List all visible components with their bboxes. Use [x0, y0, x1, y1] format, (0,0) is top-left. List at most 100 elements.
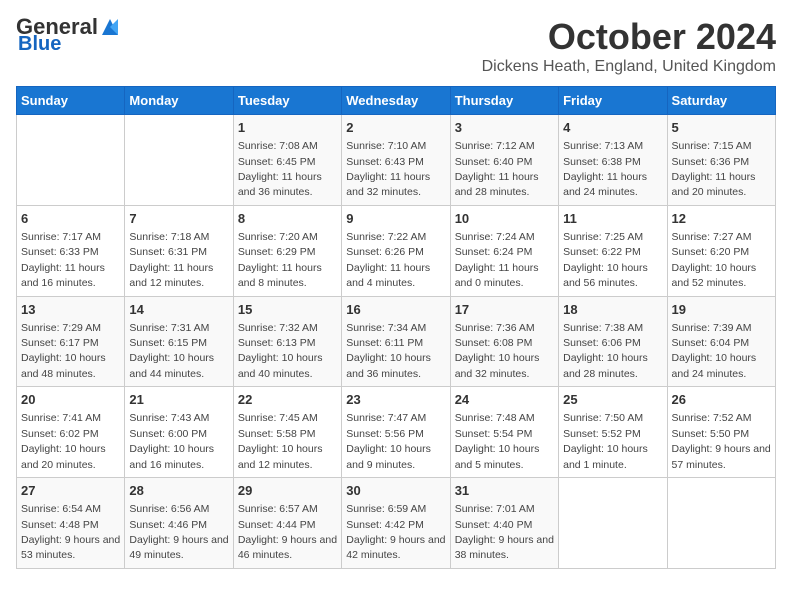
day-info: Sunrise: 6:54 AM Sunset: 4:48 PM Dayligh…: [21, 503, 120, 561]
day-number: 1: [238, 119, 337, 137]
calendar-cell: 15 Sunrise: 7:32 AM Sunset: 6:13 PM Dayli…: [233, 296, 341, 387]
calendar-cell: 27 Sunrise: 6:54 AM Sunset: 4:48 PM Dayli…: [17, 478, 125, 569]
calendar-cell: 18Sunrise: 7:38 AM Sunset: 6:06 PM Dayli…: [559, 296, 667, 387]
day-number: 26: [672, 391, 771, 409]
col-header-tuesday: Tuesday: [233, 87, 341, 115]
calendar-cell: 16 Sunrise: 7:34 AM Sunset: 6:11 PM Dayli…: [342, 296, 450, 387]
day-number: 15: [238, 301, 337, 319]
day-number: 3: [455, 119, 554, 137]
calendar-cell: 29 Sunrise: 6:57 AM Sunset: 4:44 PM Dayli…: [233, 478, 341, 569]
day-info: Sunrise: 7:39 AM Sunset: 6:04 PM Dayligh…: [672, 322, 757, 380]
day-number: 17: [455, 301, 554, 319]
calendar-cell: 10 Sunrise: 7:24 AM Sunset: 6:24 PM Dayli…: [450, 205, 558, 296]
day-info: Sunrise: 7:08 AM Sunset: 6:45 PM Dayligh…: [238, 140, 322, 198]
day-info: Sunrise: 7:31 AM Sunset: 6:15 PM Dayligh…: [129, 322, 214, 380]
day-info: Sunrise: 7:32 AM Sunset: 6:13 PM Dayligh…: [238, 322, 323, 380]
day-number: 8: [238, 210, 337, 228]
day-info: Sunrise: 7:18 AM Sunset: 6:31 PM Dayligh…: [129, 231, 213, 289]
day-info: Sunrise: 7:48 AM Sunset: 5:54 PM Dayligh…: [455, 412, 540, 470]
calendar-cell: [559, 478, 667, 569]
day-info: Sunrise: 7:13 AM Sunset: 6:38 PM Dayligh…: [563, 140, 647, 198]
day-info: Sunrise: 7:45 AM Sunset: 5:58 PM Dayligh…: [238, 412, 323, 470]
day-info: Sunrise: 7:12 AM Sunset: 6:40 PM Dayligh…: [455, 140, 539, 198]
day-info: Sunrise: 7:34 AM Sunset: 6:11 PM Dayligh…: [346, 322, 431, 380]
day-number: 31: [455, 482, 554, 500]
day-number: 11: [563, 210, 662, 228]
day-info: Sunrise: 7:36 AM Sunset: 6:08 PM Dayligh…: [455, 322, 540, 380]
calendar-cell: 25 Sunrise: 7:50 AM Sunset: 5:52 PM Dayli…: [559, 387, 667, 478]
calendar-week-1: 1 Sunrise: 7:08 AM Sunset: 6:45 PM Daylig…: [17, 115, 776, 206]
day-info: Sunrise: 7:41 AM Sunset: 6:02 PM Dayligh…: [21, 412, 106, 470]
day-number: 29: [238, 482, 337, 500]
day-number: 12: [672, 210, 771, 228]
logo-icon: [100, 17, 120, 37]
col-header-monday: Monday: [125, 87, 233, 115]
day-number: 20: [21, 391, 120, 409]
day-number: 22: [238, 391, 337, 409]
calendar-cell: 20 Sunrise: 7:41 AM Sunset: 6:02 PM Dayli…: [17, 387, 125, 478]
calendar-cell: 6 Sunrise: 7:17 AM Sunset: 6:33 PM Daylig…: [17, 205, 125, 296]
day-info: Sunrise: 7:27 AM Sunset: 6:20 PM Dayligh…: [672, 231, 757, 289]
calendar-cell: [17, 115, 125, 206]
calendar-week-3: 13Sunrise: 7:29 AM Sunset: 6:17 PM Dayli…: [17, 296, 776, 387]
page-header: General Blue October 2024 Dickens Heath,…: [16, 16, 776, 76]
day-info: Sunrise: 7:20 AM Sunset: 6:29 PM Dayligh…: [238, 231, 322, 289]
calendar-cell: 22 Sunrise: 7:45 AM Sunset: 5:58 PM Dayli…: [233, 387, 341, 478]
col-header-saturday: Saturday: [667, 87, 775, 115]
day-number: 5: [672, 119, 771, 137]
day-number: 30: [346, 482, 445, 500]
subtitle: Dickens Heath, England, United Kingdom: [482, 58, 776, 76]
col-header-thursday: Thursday: [450, 87, 558, 115]
calendar-header-row: SundayMondayTuesdayWednesdayThursdayFrid…: [17, 87, 776, 115]
calendar-cell: 11Sunrise: 7:25 AM Sunset: 6:22 PM Dayli…: [559, 205, 667, 296]
day-number: 9: [346, 210, 445, 228]
day-number: 28: [129, 482, 228, 500]
calendar-cell: 14Sunrise: 7:31 AM Sunset: 6:15 PM Dayli…: [125, 296, 233, 387]
calendar-cell: 31Sunrise: 7:01 AM Sunset: 4:40 PM Dayli…: [450, 478, 558, 569]
col-header-sunday: Sunday: [17, 87, 125, 115]
day-info: Sunrise: 6:57 AM Sunset: 4:44 PM Dayligh…: [238, 503, 337, 561]
day-number: 27: [21, 482, 120, 500]
calendar-cell: 17 Sunrise: 7:36 AM Sunset: 6:08 PM Dayli…: [450, 296, 558, 387]
calendar-cell: 4 Sunrise: 7:13 AM Sunset: 6:38 PM Daylig…: [559, 115, 667, 206]
col-header-friday: Friday: [559, 87, 667, 115]
day-number: 10: [455, 210, 554, 228]
calendar-cell: 9Sunrise: 7:22 AM Sunset: 6:26 PM Daylig…: [342, 205, 450, 296]
calendar-cell: 24 Sunrise: 7:48 AM Sunset: 5:54 PM Dayli…: [450, 387, 558, 478]
calendar-cell: 2 Sunrise: 7:10 AM Sunset: 6:43 PM Daylig…: [342, 115, 450, 206]
day-number: 23: [346, 391, 445, 409]
calendar-cell: 12 Sunrise: 7:27 AM Sunset: 6:20 PM Dayli…: [667, 205, 775, 296]
calendar-cell: 19 Sunrise: 7:39 AM Sunset: 6:04 PM Dayli…: [667, 296, 775, 387]
calendar-cell: 30Sunrise: 6:59 AM Sunset: 4:42 PM Dayli…: [342, 478, 450, 569]
day-info: Sunrise: 7:47 AM Sunset: 5:56 PM Dayligh…: [346, 412, 431, 470]
day-info: Sunrise: 7:52 AM Sunset: 5:50 PM Dayligh…: [672, 412, 771, 470]
day-number: 19: [672, 301, 771, 319]
day-info: Sunrise: 7:15 AM Sunset: 6:36 PM Dayligh…: [672, 140, 756, 198]
calendar-cell: 21 Sunrise: 7:43 AM Sunset: 6:00 PM Dayli…: [125, 387, 233, 478]
col-header-wednesday: Wednesday: [342, 87, 450, 115]
calendar-cell: 8 Sunrise: 7:20 AM Sunset: 6:29 PM Daylig…: [233, 205, 341, 296]
calendar-cell: 7 Sunrise: 7:18 AM Sunset: 6:31 PM Daylig…: [125, 205, 233, 296]
day-number: 6: [21, 210, 120, 228]
day-number: 4: [563, 119, 662, 137]
calendar-cell: 28Sunrise: 6:56 AM Sunset: 4:46 PM Dayli…: [125, 478, 233, 569]
logo-blue: Blue: [18, 34, 61, 54]
calendar-cell: 5 Sunrise: 7:15 AM Sunset: 6:36 PM Daylig…: [667, 115, 775, 206]
day-info: Sunrise: 7:43 AM Sunset: 6:00 PM Dayligh…: [129, 412, 214, 470]
day-number: 25: [563, 391, 662, 409]
calendar-cell: [125, 115, 233, 206]
day-number: 7: [129, 210, 228, 228]
day-number: 21: [129, 391, 228, 409]
main-title: October 2024: [482, 16, 776, 58]
day-number: 24: [455, 391, 554, 409]
calendar-cell: 1 Sunrise: 7:08 AM Sunset: 6:45 PM Daylig…: [233, 115, 341, 206]
day-info: Sunrise: 7:24 AM Sunset: 6:24 PM Dayligh…: [455, 231, 539, 289]
day-info: Sunrise: 7:10 AM Sunset: 6:43 PM Dayligh…: [346, 140, 430, 198]
calendar-week-5: 27 Sunrise: 6:54 AM Sunset: 4:48 PM Dayli…: [17, 478, 776, 569]
calendar-cell: [667, 478, 775, 569]
day-info: Sunrise: 7:50 AM Sunset: 5:52 PM Dayligh…: [563, 412, 648, 470]
day-info: Sunrise: 7:17 AM Sunset: 6:33 PM Dayligh…: [21, 231, 105, 289]
day-number: 16: [346, 301, 445, 319]
day-number: 2: [346, 119, 445, 137]
day-info: Sunrise: 7:29 AM Sunset: 6:17 PM Dayligh…: [21, 322, 106, 380]
